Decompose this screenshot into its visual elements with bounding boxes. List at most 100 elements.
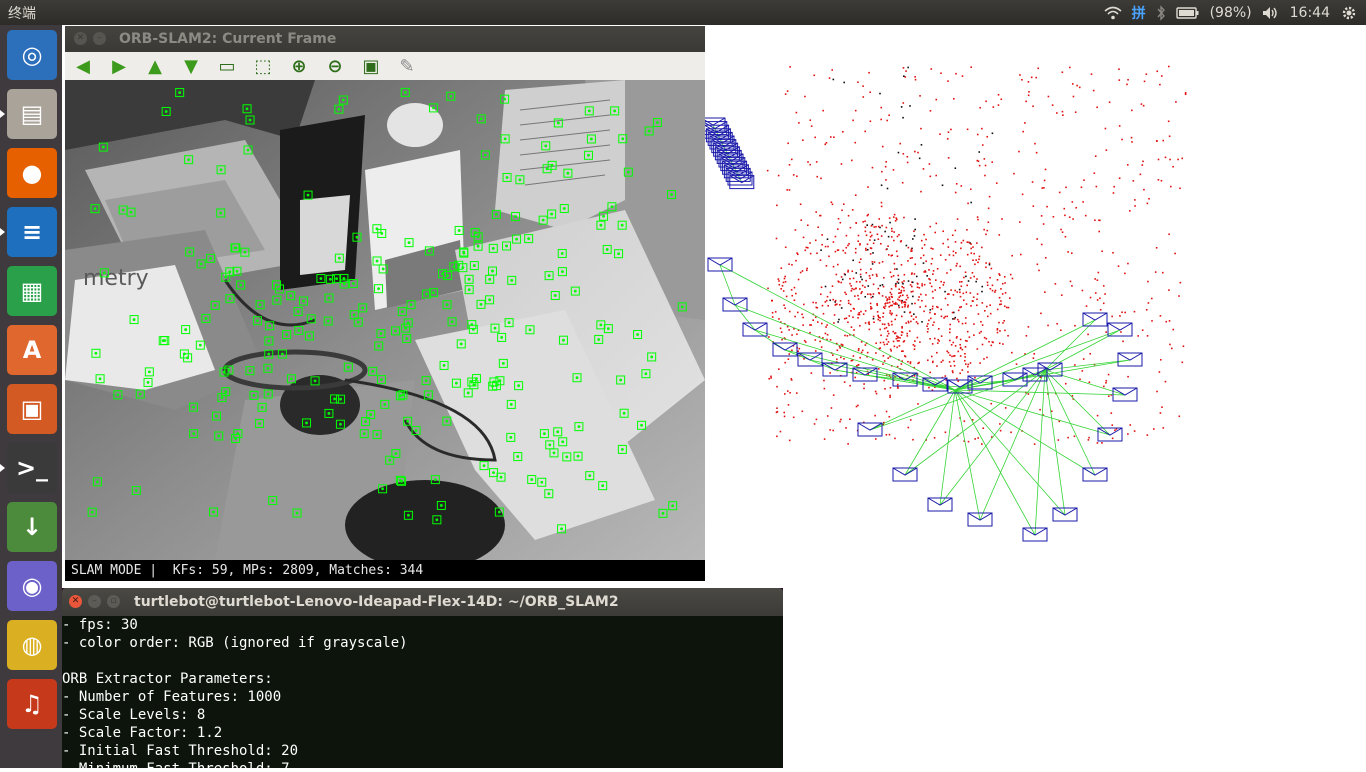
map-viewer[interactable] [700, 25, 1366, 768]
launcher-chrome-icon[interactable]: ◍ [7, 620, 57, 670]
minimize-button[interactable]: – [93, 32, 106, 45]
map-point [1128, 210, 1131, 212]
map-point [1181, 157, 1184, 160]
map-point [1178, 415, 1181, 418]
terminal-titlebar[interactable]: ✕ – ▫ turtlebot@turtlebot-Lenovo-Ideapad… [62, 588, 783, 616]
zoom-in-button[interactable]: ⊕ [287, 54, 311, 78]
map-point [1155, 140, 1158, 142]
map-point [861, 284, 864, 287]
map-canvas[interactable] [700, 25, 1366, 768]
map-point [932, 273, 934, 275]
terminal-maximize-button[interactable]: ▫ [107, 595, 120, 608]
launcher-ubuntu-dash-icon[interactable]: ◎ [7, 30, 57, 80]
map-point [983, 228, 985, 231]
map-point [1032, 205, 1035, 207]
launcher-app-generic-1-icon[interactable]: ↓ [7, 502, 57, 552]
map-point [839, 420, 841, 423]
map-point [878, 218, 881, 220]
map-point [1108, 101, 1111, 104]
map-point [833, 322, 835, 324]
map-point [1002, 322, 1004, 324]
launcher-files-icon[interactable]: ▤ [7, 89, 57, 139]
map-point [1071, 201, 1074, 203]
bluetooth-icon[interactable] [1156, 4, 1166, 21]
camera-frame[interactable]: metry [65, 80, 705, 560]
map-point [972, 296, 975, 299]
map-point [879, 319, 881, 322]
launcher-app-generic-2-icon[interactable]: ◉ [7, 561, 57, 611]
map-point [1035, 76, 1037, 79]
save-button[interactable]: ▣ [359, 54, 383, 78]
battery-icon[interactable] [1175, 6, 1200, 20]
current-frame-titlebar[interactable]: ✕ – ORB-SLAM2: Current Frame [65, 26, 705, 52]
map-point [1027, 81, 1030, 83]
map-point [921, 283, 923, 285]
launcher-libreoffice-writer-icon[interactable]: ≡ [7, 207, 57, 257]
map-point [1040, 243, 1043, 246]
map-point [918, 157, 921, 160]
pan-up-button[interactable]: ▲ [143, 54, 167, 78]
map-point [899, 292, 902, 294]
map-point [907, 426, 910, 429]
wifi-icon[interactable] [1104, 6, 1122, 20]
covisibility-edge [954, 389, 1111, 436]
map-point [797, 278, 800, 281]
launcher-libreoffice-calc-icon[interactable]: ▦ [7, 266, 57, 316]
map-point [984, 174, 986, 177]
map-point [1087, 439, 1090, 441]
map-point [895, 337, 898, 340]
map-point [917, 299, 920, 301]
map-point [996, 308, 999, 311]
map-point [1094, 219, 1096, 222]
launcher-libreoffice-impress-icon[interactable]: ▣ [7, 384, 57, 434]
input-method-icon[interactable]: 拼 [1132, 3, 1146, 23]
launcher-terminal-icon[interactable]: >_ [7, 443, 57, 493]
map-point [1175, 101, 1177, 103]
pan-right-button[interactable]: ▶ [107, 54, 131, 78]
terminal-close-button[interactable]: ✕ [69, 595, 82, 608]
launcher-glyph: A [22, 336, 42, 364]
terminal-minimize-button[interactable]: – [88, 595, 101, 608]
map-point [1105, 149, 1108, 151]
image-button[interactable]: ▭ [215, 54, 239, 78]
map-point [854, 251, 857, 254]
map-point [888, 217, 891, 219]
map-point [1133, 310, 1136, 313]
launcher-firefox-icon[interactable]: ● [7, 148, 57, 198]
settings-gear-icon[interactable] [1340, 4, 1358, 22]
map-point [963, 276, 965, 279]
zoom-out-button[interactable]: ⊖ [323, 54, 347, 78]
map-point [965, 363, 967, 365]
map-point [886, 302, 889, 304]
pan-down-button[interactable]: ▼ [179, 54, 203, 78]
map-point [859, 356, 861, 359]
terminal-output[interactable]: - fps: 30 - color order: RGB (ignored if … [62, 616, 783, 768]
map-point [824, 143, 827, 146]
map-point [885, 433, 888, 436]
map-point [1146, 434, 1149, 436]
terminal-line: - color order: RGB (ignored if grayscale… [62, 635, 408, 651]
map-point [790, 158, 793, 161]
map-point [966, 253, 969, 256]
clock[interactable]: 16:44 [1290, 5, 1330, 21]
map-point [911, 281, 914, 284]
map-point [845, 234, 848, 237]
map-point [867, 186, 869, 188]
map-point [1067, 251, 1069, 253]
launcher-app-generic-3-icon[interactable]: ♫ [7, 679, 57, 729]
map-point [997, 93, 1000, 96]
map-point [790, 289, 793, 291]
map-point [887, 254, 890, 256]
map-point [788, 263, 790, 266]
zoom-region-button[interactable]: ⬚ [251, 54, 275, 78]
volume-icon[interactable] [1262, 6, 1280, 20]
brush-button[interactable]: ✎ [395, 54, 419, 78]
map-point [914, 150, 916, 153]
map-point [1126, 83, 1128, 86]
map-point [1157, 178, 1160, 181]
pan-left-button[interactable]: ◀ [71, 54, 95, 78]
map-point [901, 181, 904, 184]
map-point [948, 254, 951, 256]
launcher-software-center-icon[interactable]: A [7, 325, 57, 375]
close-button[interactable]: ✕ [74, 32, 87, 45]
